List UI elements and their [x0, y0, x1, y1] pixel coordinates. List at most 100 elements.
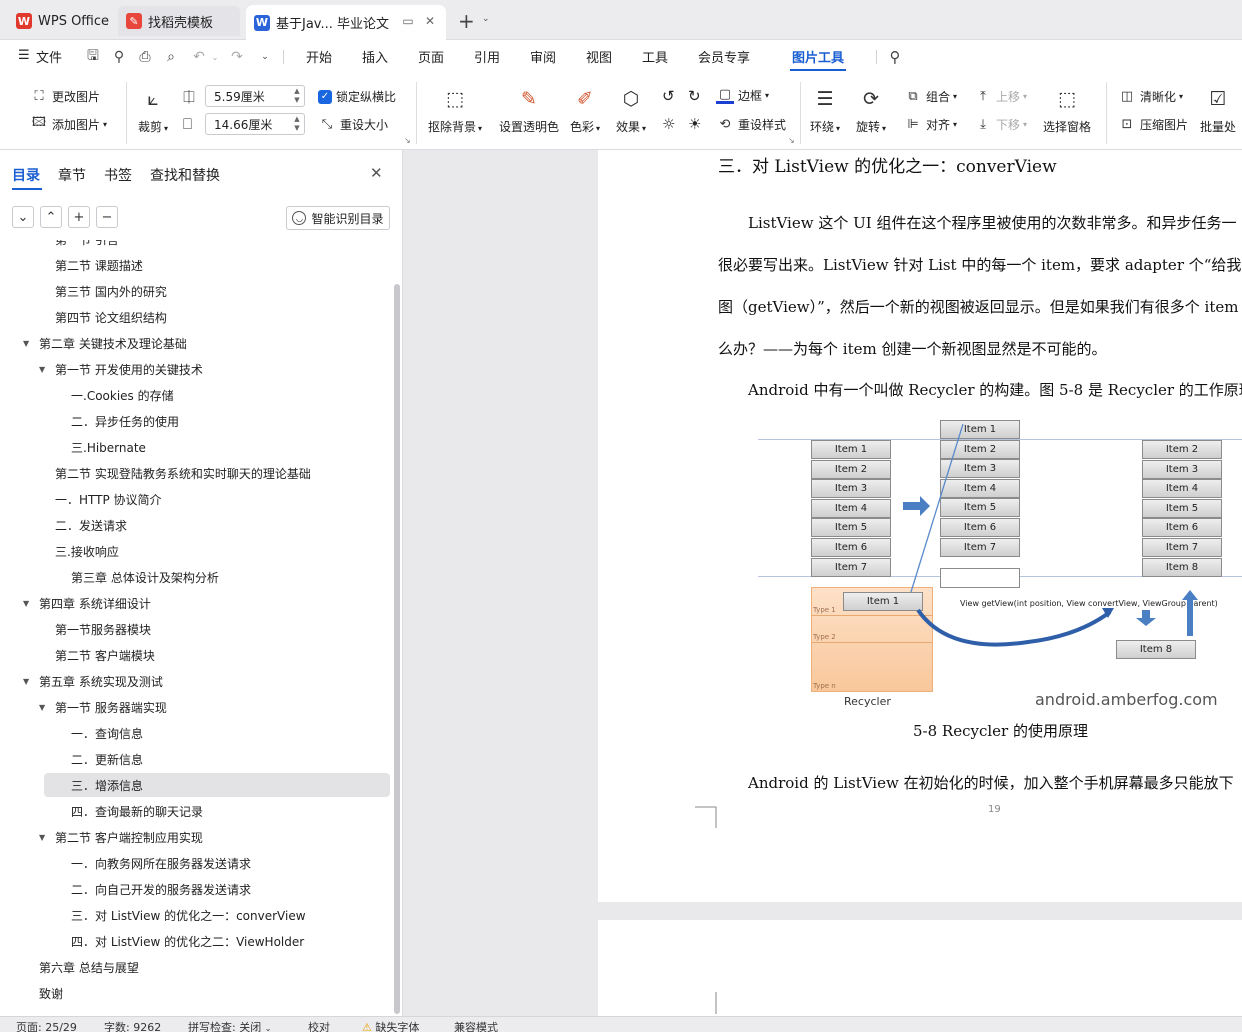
redo-icon[interactable]: ↷ [228, 48, 246, 66]
toc-item[interactable]: ▼ 第四章 系统详细设计 [0, 591, 392, 615]
spinner-arrows-icon[interactable]: ▲ ▼ [292, 87, 302, 105]
search-icon[interactable]: ⚲ [886, 48, 904, 66]
toc-item[interactable]: 一．HTTP 协议简介 [0, 487, 392, 511]
toc-item[interactable]: ▼ 第一节 服务器端实现 [0, 695, 392, 719]
remove-heading-button[interactable]: − [96, 206, 118, 228]
menu-insert[interactable]: 插入 [362, 47, 388, 66]
recycler-figure[interactable]: Item 1 Item 2 Item 3 Item 4 Item 5 Item 6 Item… [758, 414, 1242, 714]
remove-background-button[interactable]: ⬚ 抠除背景 ▾ [428, 86, 482, 135]
expand-triangle-icon[interactable]: ▼ [39, 703, 45, 712]
float-window-icon[interactable]: ▭ [400, 13, 416, 29]
missing-font-button[interactable]: ⚠ 缺失字体 [362, 1019, 419, 1032]
change-image-button[interactable]: ⛶ 更改图片 [30, 87, 100, 105]
reset-style-button[interactable]: ⟲ 重设样式 [716, 115, 786, 133]
batch-process-button[interactable]: ☑ 批量处 [1200, 86, 1236, 135]
dialog-launcher-icon[interactable]: ↘ [404, 136, 411, 145]
page-indicator[interactable]: 页面: 25/29 [16, 1019, 77, 1032]
menu-references[interactable]: 引用 [474, 47, 500, 66]
collapse-down-button[interactable]: ⌄ [12, 206, 34, 228]
menu-view[interactable]: 视图 [586, 47, 612, 66]
brightness-down-icon[interactable]: ☀ [688, 115, 701, 133]
resize-button[interactable]: ⤡ 重设大小 [318, 115, 388, 133]
toc-item[interactable]: 四．查询最新的聊天记录 [0, 799, 392, 823]
menu-home[interactable]: 开始 [306, 47, 332, 66]
toc-item[interactable]: 第一节 引言 [0, 240, 392, 251]
tab-docer-templates[interactable]: ✎ 找稻壳模板 [118, 6, 240, 36]
word-count[interactable]: 字数: 9262 [104, 1019, 161, 1032]
toc-item[interactable]: ▼ 第二节 客户端控制应用实现 [0, 825, 392, 849]
tab-list-chevron-icon[interactable]: ⌄ [482, 14, 490, 24]
print-icon[interactable]: ⎙ [136, 48, 154, 66]
nav-tab-chapters[interactable]: 章节 [58, 165, 86, 185]
crop-button[interactable]: ⟀ 裁剪 ▾ [138, 86, 168, 135]
add-image-button[interactable]: 🖾 添加图片 ▾ [30, 115, 107, 133]
document-page[interactable] [598, 920, 1242, 1016]
toc-item[interactable]: 致谢 [0, 981, 392, 1005]
tab-thesis-document[interactable]: W 基于Jav... 毕业论文 ▭ ✕ [246, 5, 446, 40]
toc-item[interactable]: 二．发送请求 [0, 513, 392, 537]
sharpen-button[interactable]: ◫ 清晰化 ▾ [1118, 87, 1183, 105]
toc-item[interactable]: 第六章 总结与展望 [0, 955, 392, 979]
expand-triangle-icon[interactable]: ▼ [39, 365, 45, 374]
toc-item[interactable]: 三.Hibernate [0, 435, 392, 459]
nav-tab-toc[interactable]: 目录 [12, 165, 40, 185]
toc-scrollbar[interactable] [392, 240, 402, 1016]
toc-scroll-thumb[interactable] [394, 284, 400, 1014]
expand-triangle-icon[interactable]: ▼ [39, 833, 45, 842]
menu-review[interactable]: 审阅 [530, 47, 556, 66]
toc-item[interactable]: ▼ 第一节 开发使用的关键技术 [0, 357, 392, 381]
spinner-arrows-icon[interactable]: ▲ ▼ [292, 115, 302, 133]
effect-button[interactable]: ⬡ 效果 ▾ [616, 86, 646, 135]
proofread-button[interactable]: 校对 [308, 1019, 330, 1032]
print-preview-icon[interactable]: ⌕ [162, 48, 180, 66]
compress-image-button[interactable]: ⊡ 压缩图片 [1118, 115, 1188, 133]
close-pane-icon[interactable]: ✕ [370, 164, 383, 182]
expand-triangle-icon[interactable]: ▼ [23, 339, 29, 348]
new-tab-plus-icon[interactable]: + [458, 9, 475, 33]
selection-pane-button[interactable]: ⬚ 选择窗格 [1043, 86, 1091, 135]
toc-item[interactable]: 第三节 国内外的研究 [0, 279, 392, 303]
rotate-button[interactable]: ⟳ 旋转 ▾ [856, 86, 886, 135]
toc-item[interactable]: 二．更新信息 [0, 747, 392, 771]
align-button[interactable]: ⊫ 对齐 ▾ [904, 115, 957, 133]
toc-item[interactable]: ▼ 第五章 系统实现及测试 [0, 669, 392, 693]
wrap-text-button[interactable]: ☰ 环绕 ▾ [810, 86, 840, 135]
toc-item[interactable]: 第四节 论文组织结构 [0, 305, 392, 329]
add-heading-button[interactable]: + [68, 206, 90, 228]
toc-item[interactable]: 三．增添信息 [44, 773, 390, 797]
dialog-launcher-icon[interactable]: ↘ [788, 136, 795, 145]
border-button[interactable]: ▢ 边框 ▾ [716, 87, 769, 104]
toc-item[interactable]: 一.Cookies 的存储 [0, 383, 392, 407]
close-tab-icon[interactable]: ✕ [422, 13, 438, 29]
set-transparent-button[interactable]: ✎ 设置透明色 [499, 86, 559, 135]
collapse-up-button[interactable]: ⌃ [40, 206, 62, 228]
tab-wps-office[interactable]: W WPS Office [8, 6, 112, 36]
toc-item[interactable]: 二．异步任务的使用 [0, 409, 392, 433]
menu-tools[interactable]: 工具 [642, 47, 668, 66]
expand-triangle-icon[interactable]: ▼ [23, 599, 29, 608]
toc-item[interactable]: 四．对 ListView 的优化之二：ViewHolder [0, 929, 392, 953]
expand-triangle-icon[interactable]: ▼ [23, 677, 29, 686]
toc-item[interactable]: 第二节 课题描述 [0, 253, 392, 277]
toc-item[interactable]: 一．向教务网所在服务器发送请求 [0, 851, 392, 875]
send-backward-button[interactable]: ⤓ 下移 ▾ [974, 115, 1027, 133]
menu-picture-tools[interactable]: 图片工具 [792, 47, 844, 66]
menu-page[interactable]: 页面 [418, 47, 444, 66]
toc-item[interactable]: ▼ 第二章 关键技术及理论基础 [0, 331, 392, 355]
group-button[interactable]: ⧉ 组合 ▾ [904, 87, 957, 105]
toc-item[interactable]: 三.接收响应 [0, 539, 392, 563]
toc-item[interactable]: 一．查询信息 [0, 721, 392, 745]
lock-ratio-checkbox[interactable]: ✓ 锁定纵横比 [318, 88, 396, 105]
image-height-input[interactable]: 14.66厘米 ▲ ▼ [205, 113, 305, 135]
bring-forward-button[interactable]: ⤒ 上移 ▾ [974, 87, 1027, 105]
menu-file[interactable]: 文件 [36, 47, 62, 66]
document-page[interactable]: 三．对 ListView 的优化之一：converView ListView 这… [598, 150, 1242, 902]
nav-tab-bookmarks[interactable]: 书签 [104, 165, 132, 185]
smart-toc-button[interactable]: ◡ 智能识别目录 [286, 206, 390, 230]
rotate-left-icon[interactable]: ↺ [662, 87, 675, 105]
toc-item[interactable]: 二．向自己开发的服务器发送请求 [0, 877, 392, 901]
nav-tab-find-replace[interactable]: 查找和替换 [150, 165, 220, 185]
toc-item[interactable]: 三．对 ListView 的优化之一：converView [0, 903, 392, 927]
toc-item[interactable]: 第二节 客户端模块 [0, 643, 392, 667]
menu-member[interactable]: 会员专享 [698, 47, 750, 66]
